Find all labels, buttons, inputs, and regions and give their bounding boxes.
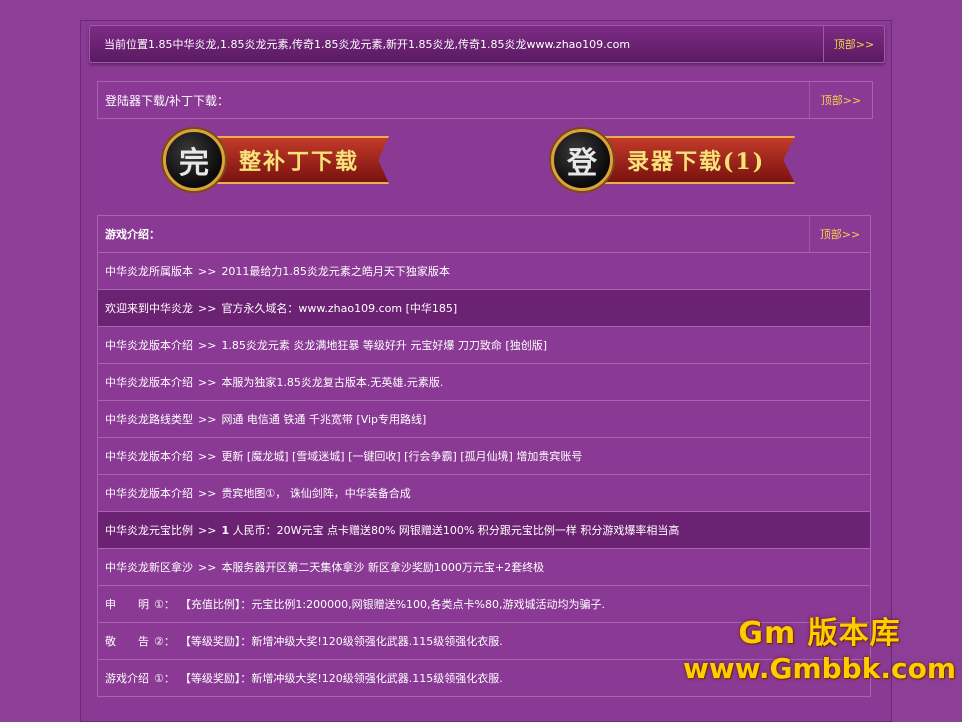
list-item: 欢迎来到中华炎龙 >> 官方永久域名：www.zhao109.com [中华185] <box>97 290 871 327</box>
row-value: 贵宾地图①， 诛仙剑阵，中华装备合成 <box>221 487 411 500</box>
row-key: 中华炎龙元宝比例 <box>105 524 193 537</box>
list-item: 中华炎龙版本介绍 >> 贵宾地图①， 诛仙剑阵，中华装备合成 <box>97 475 871 512</box>
row-value-text: 人民币：20W元宝 点卡赠送80% 网银赠送100% 积分跟元宝比例一样 积分游… <box>232 524 680 537</box>
row-separator: >> <box>198 338 217 352</box>
list-item: 中华炎龙所属版本 >> 2011最给力1.85炎龙元素之皓月天下独家版本 <box>97 253 871 290</box>
row-value: 【等级奖励】：新增冲级大奖!120级领强化武器.115级领强化衣服. <box>179 672 503 685</box>
download-panel-title: 登陆器下载/补丁下载： <box>105 93 230 108</box>
row-key: 欢迎来到中华炎龙 <box>105 302 193 315</box>
site-watermark: Gm 版本库 www.Gmbbk.com <box>683 608 956 685</box>
row-value: 网通 电信通 铁通 千兆宽带 [Vip专用路线] <box>221 413 427 426</box>
list-item: 中华炎龙版本介绍 >> 1.85炎龙元素 炎龙满地狂暴 等级好升 元宝好爆 刀刀致命… <box>97 327 871 364</box>
row-key: 中华炎龙版本介绍 <box>105 376 193 389</box>
back-to-top-link[interactable]: 顶部>> <box>823 26 884 62</box>
row-separator: ②： <box>154 635 175 648</box>
download-panel-header: 登陆器下载/补丁下载： 顶部>> <box>97 81 873 119</box>
row-value: 本服为独家1.85炎龙复古版本.无英雄.元素版. <box>221 376 444 389</box>
row-key: 中华炎龙版本介绍 <box>105 487 193 500</box>
list-item: 中华炎龙版本介绍 >> 更新 [魔龙城] [雪域迷城] [一键回收] [行会争霸] … <box>97 438 871 475</box>
row-value-bold: 1 <box>221 524 230 537</box>
list-item: 中华炎龙版本介绍 >> 本服为独家1.85炎龙复古版本.无英雄.元素版. <box>97 364 871 401</box>
row-value: 【充值比例】：元宝比例1:200000,网银赠送%100,各类点卡%80,游戏城… <box>179 598 605 611</box>
launcher-download-button[interactable]: 登 录器下载(1) <box>551 129 796 191</box>
row-key: 中华炎龙新区拿沙 <box>105 561 193 574</box>
watermark-line-1: Gm 版本库 <box>738 616 901 651</box>
row-separator: >> <box>198 560 217 574</box>
row-value: 【等级奖励】：新增冲级大奖!120级领强化武器.115级领强化衣服. <box>179 635 503 648</box>
intro-back-to-top-link[interactable]: 顶部>> <box>809 216 870 252</box>
list-item: 中华炎龙新区拿沙 >> 本服务器开区第二天集体拿沙 新区拿沙奖励1000万元宝+2套… <box>97 549 871 586</box>
watermark-line-2: www.Gmbbk.com <box>683 652 956 685</box>
download-buttons: 完 整补丁下载 登 录器下载(1) <box>97 121 871 211</box>
row-key: 申 明 <box>105 598 149 611</box>
download-back-to-top-link[interactable]: 顶部>> <box>809 82 872 118</box>
row-separator: >> <box>198 486 217 500</box>
row-separator: >> <box>198 264 217 278</box>
row-key: 中华炎龙所属版本 <box>105 265 193 278</box>
row-separator: >> <box>198 412 217 426</box>
full-patch-label: 整补丁下载 <box>211 136 390 184</box>
breadcrumb-bar: 当前位置1.85中华炎龙,1.85炎龙元素,传奇1.85炎龙元素,新开1.85炎… <box>89 25 885 63</box>
row-key: 中华炎龙路线类型 <box>105 413 193 426</box>
row-separator: ①： <box>154 598 175 611</box>
row-value: 本服务器开区第二天集体拿沙 新区拿沙奖励1000万元宝+2套终极 <box>221 561 545 574</box>
launcher-label: 录器下载(1) <box>599 136 796 184</box>
row-value: 1.85炎龙元素 炎龙满地狂暴 等级好升 元宝好爆 刀刀致命 [独创版] <box>221 339 547 352</box>
row-value: 1 人民币：20W元宝 点卡赠送80% 网银赠送100% 积分跟元宝比例一样 积… <box>221 522 679 538</box>
row-value: 2011最给力1.85炎龙元素之皓月天下独家版本 <box>221 265 450 278</box>
game-intro-header: 游戏介绍： 顶部>> <box>97 215 871 253</box>
full-patch-download-button[interactable]: 完 整补丁下载 <box>163 129 390 191</box>
list-item: 中华炎龙元宝比例 >> 1 人民币：20W元宝 点卡赠送80% 网银赠送100% 积… <box>97 512 871 549</box>
row-separator: >> <box>198 375 217 389</box>
list-item: 中华炎龙路线类型 >> 网通 电信通 铁通 千兆宽带 [Vip专用路线] <box>97 401 871 438</box>
row-key: 敬 告 <box>105 635 149 648</box>
row-key: 中华炎龙版本介绍 <box>105 339 193 352</box>
row-separator: >> <box>198 301 217 315</box>
breadcrumb: 当前位置1.85中华炎龙,1.85炎龙元素,传奇1.85炎龙元素,新开1.85炎… <box>104 38 631 51</box>
row-separator: ①： <box>154 672 175 685</box>
game-intro-title: 游戏介绍： <box>105 228 160 241</box>
row-separator: >> <box>198 523 217 537</box>
row-key: 中华炎龙版本介绍 <box>105 450 193 463</box>
row-value[interactable]: 官方永久域名：www.zhao109.com [中华185] <box>221 300 457 316</box>
row-separator: >> <box>198 449 217 463</box>
full-patch-disc: 完 <box>163 129 225 191</box>
row-value: 更新 [魔龙城] [雪域迷城] [一键回收] [行会争霸] [孤月仙境] 增加贵… <box>221 450 583 463</box>
launcher-disc: 登 <box>551 129 613 191</box>
row-key: 游戏介绍 <box>105 672 149 685</box>
